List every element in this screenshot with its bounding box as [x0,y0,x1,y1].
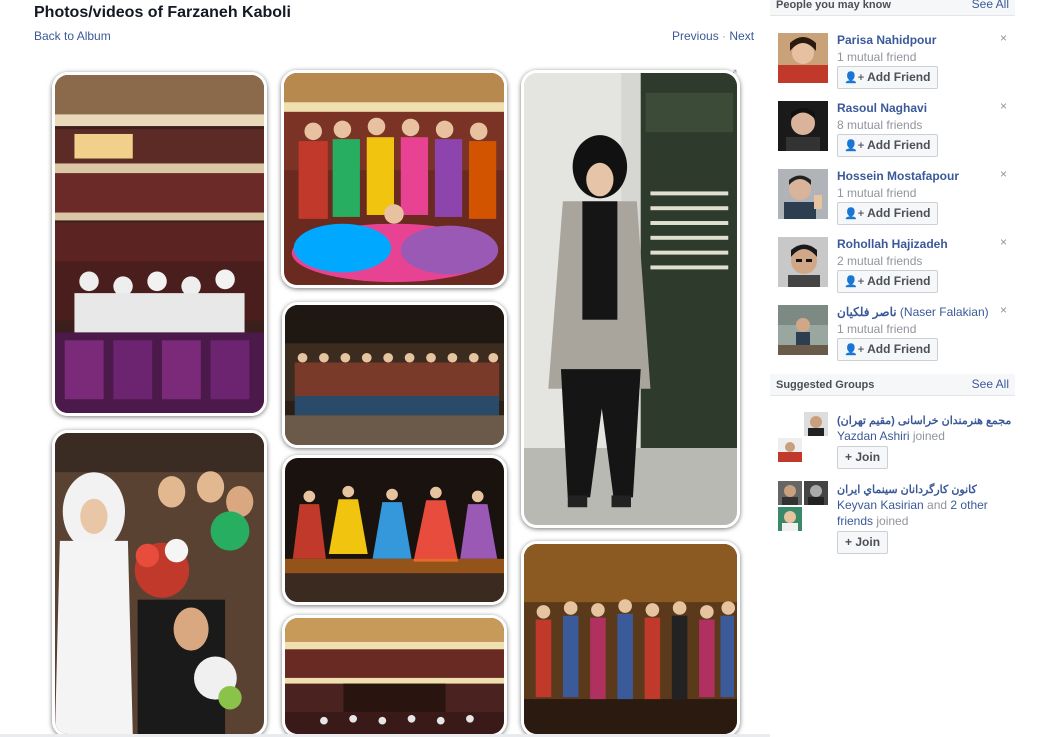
add-friend-label: Add Friend [867,70,931,84]
join-label: Join [855,450,881,464]
mutual-friends-count: 1 mutual friend [837,50,917,64]
mutual-friends-count: 2 mutual friends [837,254,923,268]
person-name[interactable]: Rohollah Hajizadeh [837,237,948,251]
friend-name-link[interactable]: Keyvan Kasirian [837,498,924,512]
person-name[interactable]: Hossein Mostafapour [837,169,959,183]
add-friend-label: Add Friend [867,274,931,288]
pager: Previous · Next [672,29,754,43]
plus-icon: + [845,450,853,464]
add-person-icon: 👤+ [844,208,865,220]
photo-thumbnail[interactable] [521,70,740,528]
join-label: Join [855,535,881,549]
mutual-friends-count: 8 mutual friends [837,118,923,132]
group-thumbnail[interactable] [778,412,828,462]
add-person-icon: 👤+ [844,344,865,356]
close-icon[interactable]: × [1000,31,1007,45]
photo-thumbnail[interactable] [52,430,267,737]
add-person-icon: 👤+ [844,140,865,152]
see-all-groups-link[interactable]: See All [972,377,1009,391]
avatar[interactable] [778,169,828,219]
photo-image [55,433,264,734]
previous-link[interactable]: Previous [672,29,719,43]
person-name[interactable]: Parisa Nahidpour [837,33,936,47]
plus-icon: + [845,535,853,549]
page-title: Photos/videos of Farzaneh Kaboli [34,4,291,21]
friend-name-link[interactable]: Yazdan Ashiri [837,429,910,443]
back-to-album-link[interactable]: Back to Album [34,29,111,43]
group-suggestion: مجمع هنرمندان خراسانی (مقیم تهران) Yazda… [778,412,1013,474]
photo-thumbnail[interactable] [282,615,507,737]
see-all-people-link[interactable]: See All [972,0,1009,11]
mutual-friends-count: 1 mutual friend [837,322,917,336]
person-suggestion: Parisa Nahidpour 1 mutual friend 👤+ Add F… [778,31,1013,93]
close-icon[interactable]: × [1000,167,1007,181]
person-name[interactable]: Rasoul Naghavi [837,101,927,115]
person-suggestion: Hossein Mostafapour 1 mutual friend 👤+ Ad… [778,167,1013,229]
member-avatar [804,481,828,505]
person-suggestion: Rohollah Hajizadeh 2 mutual friends 👤+ Ad… [778,235,1013,297]
section-title: People you may know [776,0,891,11]
photo-thumbnail[interactable] [282,302,507,448]
section-title: Suggested Groups [776,379,875,391]
avatar[interactable] [778,101,828,151]
close-icon[interactable]: × [1000,303,1007,317]
avatar[interactable] [778,237,828,287]
group-activity: Yazdan Ashiri joined [837,428,1017,444]
group-name[interactable]: مجمع هنرمندان خراسانی (مقیم تهران) [837,414,1011,427]
person-name-native: ناصر فلکیان [837,305,897,319]
right-sidebar: People you may know See All Parisa Nahid… [770,0,1015,737]
person-suggestion: Rasoul Naghavi 8 mutual friends 👤+ Add Fr… [778,99,1013,161]
people-you-may-know-header: People you may know See All [770,0,1015,16]
close-icon[interactable]: × [1000,235,1007,249]
person-name-latin: (Naser Falakian) [899,305,989,319]
join-group-button[interactable]: + Join [837,531,889,554]
joined-text: joined [873,514,909,528]
person-name[interactable]: ناصر فلکیان (Naser Falakian) [837,305,989,319]
next-link[interactable]: Next [729,29,754,43]
add-friend-button[interactable]: 👤+ Add Friend [837,134,939,157]
avatar[interactable] [778,305,828,355]
photo-image [55,75,264,413]
photo-thumbnail[interactable] [52,72,267,416]
group-thumbnail[interactable] [778,481,828,531]
add-person-icon: 👤+ [844,72,865,84]
photo-image [285,305,504,445]
pager-separator: · [722,29,727,43]
group-activity: Keyvan Kasirian and 2 other friends join… [837,497,1017,529]
add-friend-label: Add Friend [867,342,931,356]
add-person-icon: 👤+ [844,276,865,288]
member-avatar [778,438,802,462]
add-friend-button[interactable]: 👤+ Add Friend [837,338,939,361]
photo-thumbnail[interactable] [521,541,740,737]
member-avatar [804,412,828,436]
avatar[interactable] [778,33,828,83]
add-friend-label: Add Friend [867,206,931,220]
photo-thumbnail[interactable] [281,70,507,288]
and-text: and [923,498,951,512]
add-friend-label: Add Friend [867,138,931,152]
add-friend-button[interactable]: 👤+ Add Friend [837,202,939,225]
photo-image [524,73,737,525]
photo-image [284,73,504,285]
add-friend-button[interactable]: 👤+ Add Friend [837,66,939,89]
photo-thumbnail[interactable] [282,455,507,605]
mutual-friends-count: 1 mutual friend [837,186,917,200]
close-icon[interactable]: × [1000,99,1007,113]
person-suggestion: ناصر فلکیان (Naser Falakian) 1 mutual fr… [778,303,1013,365]
join-group-button[interactable]: + Join [837,446,889,469]
add-friend-button[interactable]: 👤+ Add Friend [837,270,939,293]
group-suggestion: كانون كارگردانان سينماي ايران Keyvan Kas… [778,481,1013,557]
photo-image [524,544,737,734]
group-name[interactable]: كانون كارگردانان سينماي ايران [837,483,977,496]
member-avatar [778,481,802,505]
joined-text: joined [909,429,945,443]
member-avatar [778,507,802,531]
photo-image [285,458,504,602]
suggested-groups-header: Suggested Groups See All [770,374,1015,396]
photo-image [285,618,504,734]
